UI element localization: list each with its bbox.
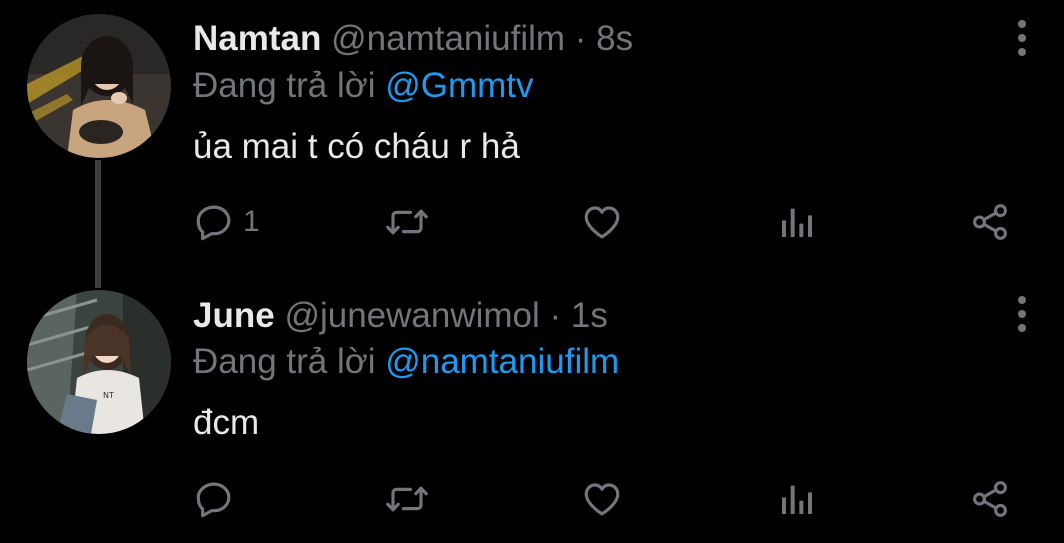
handle[interactable]: @namtaniufilm	[331, 19, 565, 58]
reply-icon	[196, 205, 231, 241]
replying-to-label: Đang trả lời	[193, 66, 386, 105]
replying-to-label: Đang trả lời	[193, 342, 386, 381]
tweet-header: Namtan @namtaniufilm · 8s	[193, 19, 633, 59]
avatar[interactable]	[27, 14, 171, 158]
retweet-icon	[386, 209, 428, 235]
replying-to: Đang trả lời @Gmmtv	[193, 66, 534, 106]
tweet[interactable]: NT June @junewanwimol · 1s Đang trả lời …	[0, 270, 1064, 543]
like-button[interactable]	[581, 198, 623, 246]
timestamp[interactable]: 1s	[571, 296, 608, 335]
views-button[interactable]	[777, 475, 817, 523]
share-icon	[973, 204, 1007, 240]
action-bar	[193, 475, 1023, 523]
like-icon	[584, 483, 620, 516]
more-options-icon[interactable]	[1008, 294, 1036, 334]
share-icon	[973, 481, 1007, 517]
tweet-header: June @junewanwimol · 1s	[193, 296, 608, 336]
avatar[interactable]: NT	[27, 290, 171, 434]
retweet-button[interactable]	[384, 198, 430, 246]
views-icon	[782, 485, 812, 514]
display-name[interactable]: June	[193, 296, 275, 335]
reply-button[interactable]	[193, 475, 243, 523]
retweet-button[interactable]	[384, 475, 430, 523]
reply-count: 1	[243, 205, 260, 238]
share-button[interactable]	[969, 198, 1011, 246]
replying-to: Đang trả lời @namtaniufilm	[193, 342, 619, 382]
like-button[interactable]	[581, 475, 623, 523]
handle[interactable]: @junewanwimol	[284, 296, 539, 335]
separator: ·	[565, 19, 597, 58]
tweet-text: ủa mai t có cháu r hả	[193, 127, 520, 166]
mention-link[interactable]: @Gmmtv	[385, 66, 533, 105]
action-bar: 1	[193, 198, 1023, 246]
like-icon	[584, 206, 620, 239]
share-button[interactable]	[969, 475, 1011, 523]
retweet-icon	[386, 486, 428, 512]
mention-link[interactable]: @namtaniufilm	[385, 342, 619, 381]
display-name[interactable]: Namtan	[193, 19, 321, 58]
timestamp[interactable]: 8s	[596, 19, 633, 58]
reply-button[interactable]: 1	[193, 198, 260, 246]
thread-line	[95, 160, 101, 288]
svg-text:NT: NT	[103, 391, 114, 400]
tweet[interactable]: Namtan @namtaniufilm · 8s Đang trả lời @…	[0, 0, 1064, 288]
more-options-icon[interactable]	[1008, 18, 1036, 58]
separator: ·	[539, 296, 571, 335]
tweet-text: đcm	[193, 403, 260, 442]
reply-icon	[196, 482, 231, 518]
views-icon	[782, 208, 812, 237]
views-button[interactable]	[777, 198, 817, 246]
